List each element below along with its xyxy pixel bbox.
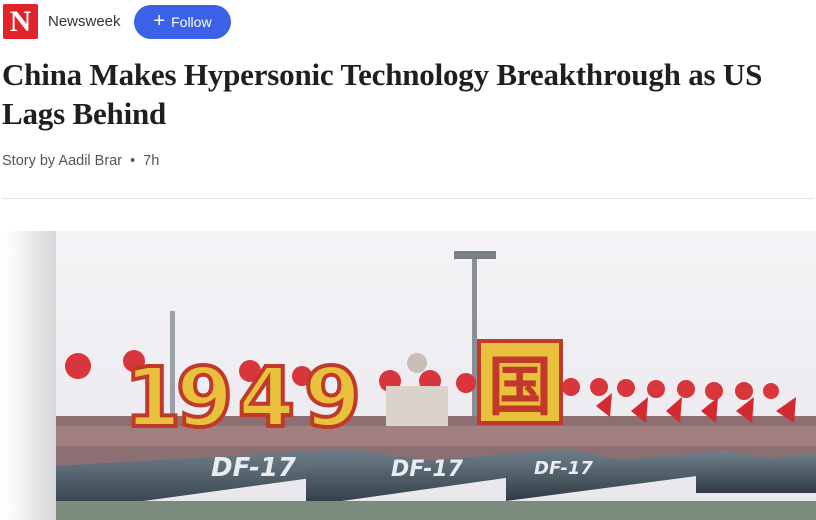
article-header: N Newsweek + Follow: [0, 0, 816, 46]
byline: Story by Aadil Brar • 7h: [2, 153, 159, 169]
svg-text:9: 9: [176, 351, 233, 446]
article-age: 7h: [143, 153, 160, 169]
svg-text:DF-17: DF-17: [211, 453, 297, 483]
separator-dot: •: [130, 153, 136, 169]
publisher-name[interactable]: Newsweek: [48, 13, 121, 30]
svg-text:1: 1: [124, 351, 181, 446]
article-title: China Makes Hypersonic Technology Breakt…: [2, 57, 763, 131]
svg-text:DF-17: DF-17: [391, 457, 464, 482]
svg-text:4: 4: [238, 351, 295, 446]
follow-label: Follow: [171, 14, 212, 30]
author: Story by Aadil Brar: [2, 153, 123, 169]
newsweek-logo[interactable]: N: [3, 4, 38, 39]
svg-text:国: 国: [488, 351, 552, 425]
svg-text:9: 9: [304, 351, 361, 446]
divider: [2, 198, 814, 199]
follow-button[interactable]: + Follow: [134, 5, 231, 39]
plus-icon: +: [153, 10, 166, 32]
logo-letter: N: [9, 4, 32, 38]
hero-image[interactable]: 1 9 4 9 国 DF-17 DF-17 DF-17: [6, 231, 816, 520]
svg-text:DF-17: DF-17: [534, 458, 593, 479]
